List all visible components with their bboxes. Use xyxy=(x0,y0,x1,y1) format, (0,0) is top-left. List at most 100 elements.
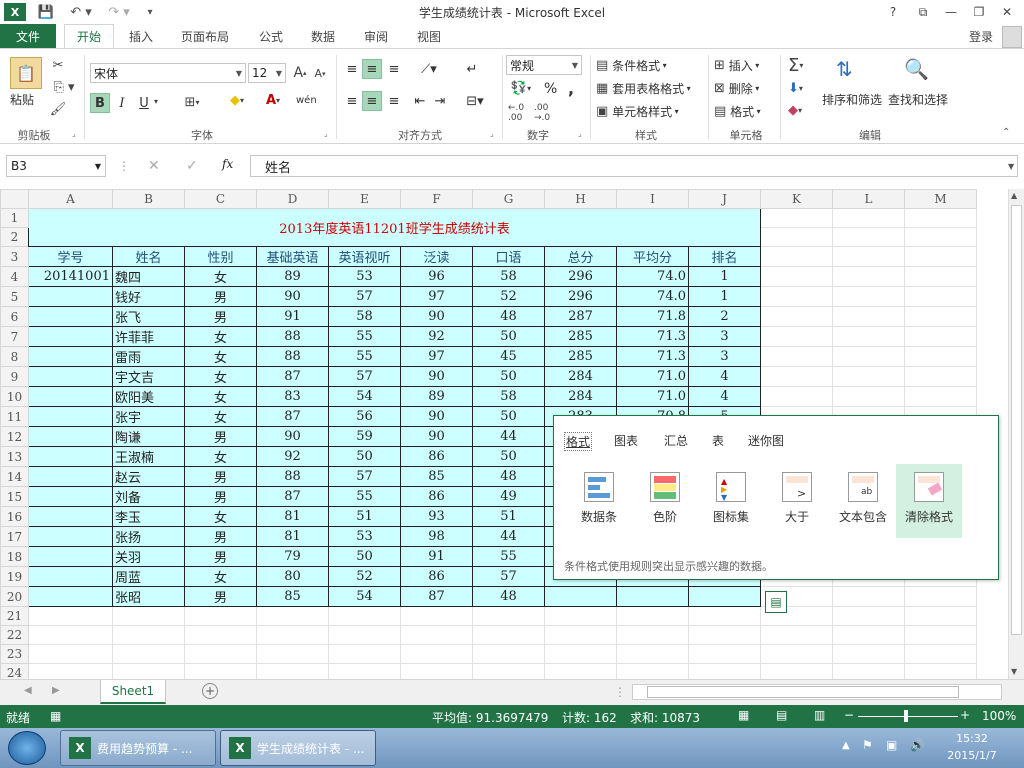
row-header[interactable]: 7 xyxy=(0,326,29,347)
table-cell[interactable] xyxy=(28,386,113,407)
column-header[interactable]: G xyxy=(472,189,545,209)
table-cell[interactable] xyxy=(28,546,113,567)
cancel-icon[interactable]: ✕ xyxy=(148,158,160,174)
horizontal-scrollbar[interactable] xyxy=(632,684,1002,700)
zoom-out-icon[interactable]: − xyxy=(844,708,854,722)
cell[interactable] xyxy=(904,346,977,367)
table-cell[interactable]: 55 xyxy=(328,326,401,347)
minimize-button[interactable]: — xyxy=(938,2,964,22)
table-cell[interactable]: 58 xyxy=(328,306,401,327)
start-button[interactable] xyxy=(8,731,46,765)
table-cell[interactable]: 284 xyxy=(544,386,617,407)
signin-link[interactable]: 登录 xyxy=(960,24,1002,49)
column-title-cell[interactable]: 姓名 xyxy=(112,246,185,267)
cell[interactable] xyxy=(832,266,905,287)
column-title-cell[interactable]: 泛读 xyxy=(400,246,473,267)
ribbon-display-button[interactable]: ⧉ xyxy=(910,2,936,22)
table-cell[interactable]: 54 xyxy=(328,586,401,607)
table-cell[interactable] xyxy=(28,306,113,327)
cell[interactable] xyxy=(688,625,761,645)
table-cell[interactable]: 287 xyxy=(544,306,617,327)
cell[interactable] xyxy=(904,208,977,228)
column-header[interactable]: C xyxy=(184,189,257,209)
table-cell[interactable]: 51 xyxy=(472,506,545,527)
cell[interactable] xyxy=(472,644,545,664)
table-cell[interactable]: 89 xyxy=(256,266,329,287)
cell[interactable] xyxy=(832,366,905,387)
currency-icon[interactable]: 💱 ▾ xyxy=(508,81,534,96)
table-cell[interactable]: 男 xyxy=(184,526,257,547)
cell[interactable] xyxy=(760,246,833,267)
fill-color-icon[interactable]: ◆ ▾ xyxy=(222,93,252,108)
underline-dropdown-icon[interactable]: ▾ xyxy=(154,97,158,106)
table-cell[interactable]: 钱好 xyxy=(112,286,185,307)
table-cell[interactable]: 90 xyxy=(400,366,473,387)
cell[interactable] xyxy=(904,644,977,664)
column-title-cell[interactable]: 性别 xyxy=(184,246,257,267)
cell[interactable] xyxy=(760,644,833,664)
table-cell[interactable]: 52 xyxy=(328,566,401,587)
sheet-title-cell[interactable]: 2013年度英语11201班学生成绩统计表 xyxy=(28,208,761,247)
row-header[interactable]: 14 xyxy=(0,466,29,487)
tab-page-layout[interactable]: 页面布局 xyxy=(172,24,238,49)
cell[interactable] xyxy=(760,663,833,679)
table-cell[interactable]: 张昭 xyxy=(112,586,185,607)
table-cell[interactable] xyxy=(616,586,689,607)
table-cell[interactable] xyxy=(28,326,113,347)
row-header[interactable]: 16 xyxy=(0,506,29,527)
table-cell[interactable]: 4 xyxy=(688,366,761,387)
table-cell[interactable]: 52 xyxy=(472,286,545,307)
table-cell[interactable]: 81 xyxy=(256,526,329,547)
cell[interactable] xyxy=(184,663,257,679)
table-cell[interactable]: 71.8 xyxy=(616,306,689,327)
table-cell[interactable]: 关羽 xyxy=(112,546,185,567)
italic-button[interactable]: I xyxy=(112,93,132,113)
tab-view[interactable]: 视图 xyxy=(408,24,450,49)
cell[interactable] xyxy=(760,227,833,247)
column-header[interactable]: I xyxy=(616,189,689,209)
table-cell[interactable]: 女 xyxy=(184,506,257,527)
table-cell[interactable]: 4 xyxy=(688,386,761,407)
table-cell[interactable]: 90 xyxy=(400,406,473,427)
row-header[interactable]: 15 xyxy=(0,486,29,507)
alignment-launcher-icon[interactable]: ⌟ xyxy=(490,129,494,138)
quick-analysis-icon[interactable]: ▤ xyxy=(765,591,787,613)
qa-text-contains[interactable]: ab 文本包含 xyxy=(830,464,896,538)
volume-icon[interactable]: 🔊 xyxy=(910,738,925,752)
table-cell[interactable]: 男 xyxy=(184,426,257,447)
find-select-button[interactable]: 查找和选择 xyxy=(888,91,948,108)
table-cell[interactable]: 48 xyxy=(472,466,545,487)
cell[interactable] xyxy=(256,606,329,626)
table-cell[interactable]: 55 xyxy=(328,486,401,507)
row-header[interactable]: 20 xyxy=(0,586,29,607)
table-cell[interactable]: 97 xyxy=(400,346,473,367)
table-cell[interactable] xyxy=(28,286,113,307)
table-cell[interactable]: 2 xyxy=(688,306,761,327)
cell[interactable] xyxy=(688,606,761,626)
copy-icon[interactable]: ⎘ ▾ xyxy=(50,79,78,95)
cell[interactable] xyxy=(28,606,113,626)
cell[interactable] xyxy=(400,644,473,664)
qa-data-bars[interactable]: 数据条 xyxy=(566,464,632,538)
insert-cells-button[interactable]: ⊞ 插入 ▾ xyxy=(714,57,759,74)
cell[interactable] xyxy=(256,663,329,679)
table-cell[interactable]: 83 xyxy=(256,386,329,407)
table-cell[interactable]: 欧阳美 xyxy=(112,386,185,407)
table-cell[interactable]: 296 xyxy=(544,286,617,307)
cell[interactable] xyxy=(616,606,689,626)
format-painter-icon[interactable]: 🖌 xyxy=(50,101,67,117)
cell[interactable] xyxy=(112,606,185,626)
sheet-tab-sheet1[interactable]: Sheet1 xyxy=(100,680,166,704)
cut-icon[interactable]: ✂ xyxy=(50,57,66,73)
cell[interactable] xyxy=(832,306,905,327)
column-header[interactable]: M xyxy=(904,189,977,209)
name-box[interactable]: B3 ▼ xyxy=(6,155,106,177)
table-cell[interactable]: 87 xyxy=(256,366,329,387)
vertical-scrollbar[interactable]: ▲ ▼ xyxy=(1008,189,1024,679)
number-launcher-icon[interactable]: ⌟ xyxy=(578,129,582,138)
align-right-icon[interactable]: ≡ xyxy=(384,91,404,111)
table-cell[interactable]: 87 xyxy=(256,406,329,427)
cell[interactable] xyxy=(904,266,977,287)
qa-color-scale[interactable]: 色阶 xyxy=(632,464,698,538)
collapse-ribbon-icon[interactable]: ⌃ xyxy=(1002,127,1010,138)
